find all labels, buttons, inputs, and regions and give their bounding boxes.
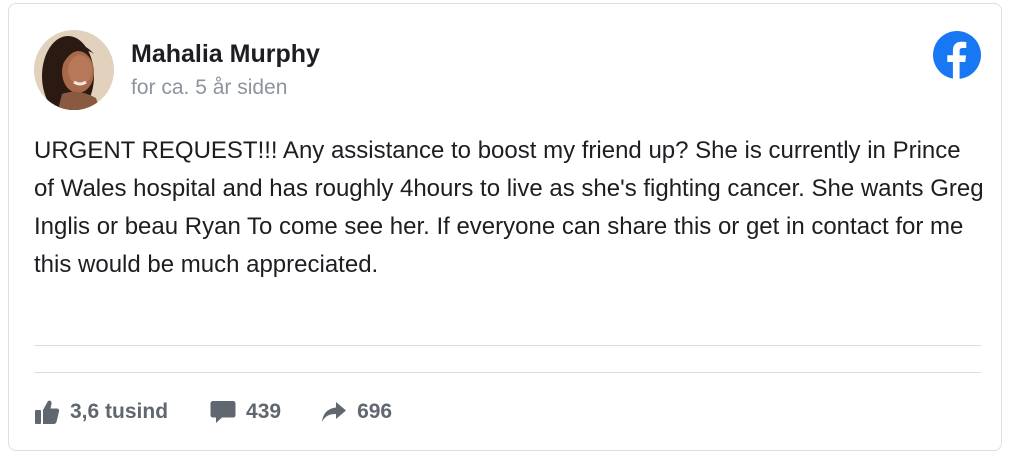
share-arrow-icon: [322, 402, 347, 422]
divider: [34, 345, 981, 346]
comments-stat[interactable]: 439: [210, 399, 281, 425]
comments-count: 439: [246, 400, 282, 423]
post-timestamp[interactable]: for ca. 5 år siden: [131, 75, 287, 101]
post-body-text: URGENT REQUEST!!! Any assistance to boos…: [34, 137, 984, 278]
engagement-stats: 3,6 tusind 439 696: [34, 397, 432, 427]
facebook-post-card: Mahalia Murphy for ca. 5 år siden URGENT…: [8, 3, 1002, 451]
divider: [34, 372, 981, 373]
author-name[interactable]: Mahalia Murphy: [131, 39, 320, 69]
thumbs-up-icon: [35, 400, 60, 424]
comment-bubble-icon: [210, 401, 236, 423]
author-avatar[interactable]: [34, 30, 114, 110]
likes-stat[interactable]: 3,6 tusind: [34, 399, 168, 425]
shares-count: 696: [357, 400, 393, 423]
likes-count: 3,6 tusind: [70, 400, 169, 423]
facebook-logo-icon[interactable]: [933, 31, 981, 79]
shares-stat[interactable]: 696: [321, 399, 392, 425]
avatar-image: [34, 30, 114, 110]
